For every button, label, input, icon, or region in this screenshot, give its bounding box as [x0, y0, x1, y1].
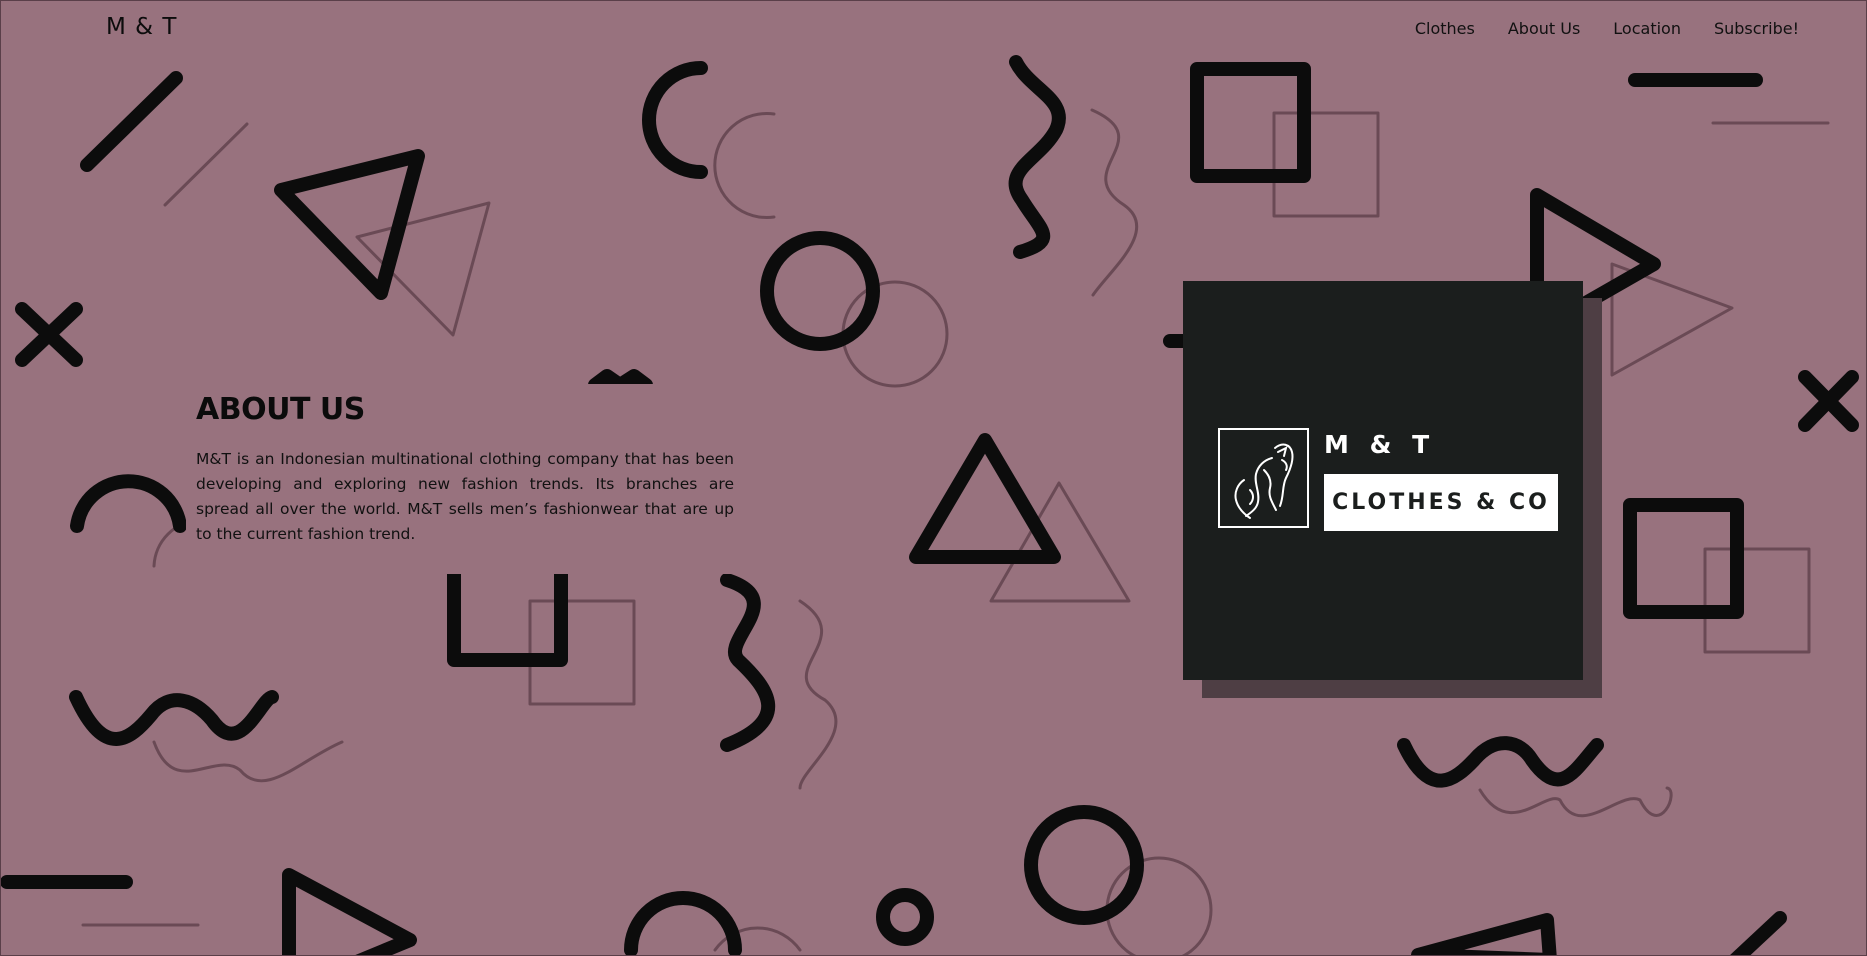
brand-name: M & T	[1324, 430, 1436, 459]
triangle-shape	[274, 149, 425, 300]
circle-shape-bottom	[1024, 805, 1144, 925]
about-section: ABOUT US M&T is an Indonesian multinatio…	[196, 392, 734, 547]
triangle-shape-center	[909, 433, 1061, 564]
arc-shape-bottom	[624, 891, 742, 956]
nav-link-about-us[interactable]: About Us	[1508, 19, 1580, 38]
wavy-line-shape-right	[1397, 736, 1604, 788]
square-shape	[1190, 62, 1311, 183]
main-nav: Clothes About Us Location Subscribe!	[1415, 19, 1799, 38]
brand-tagline-box: CLOTHES & CO	[1324, 474, 1558, 531]
brand-tagline: CLOTHES & CO	[1332, 490, 1550, 515]
nav-link-clothes[interactable]: Clothes	[1415, 19, 1475, 38]
brand-card: M & T CLOTHES & CO	[1183, 281, 1583, 680]
nav-link-location[interactable]: Location	[1613, 19, 1681, 38]
wolf-icon	[1218, 428, 1309, 528]
site-logo[interactable]: M & T	[106, 14, 177, 40]
cup-shape	[447, 565, 568, 667]
wavy-line-shape	[69, 690, 279, 746]
arc-shape	[70, 474, 187, 533]
square-shape-right	[1623, 498, 1744, 619]
slash-shape	[80, 71, 183, 172]
wave-shape	[1008, 55, 1066, 259]
about-description: M&T is an Indonesian multinational cloth…	[196, 450, 734, 543]
triangle-shape-bottom	[282, 868, 417, 956]
triangle-shape-bottom-right	[1411, 913, 1557, 956]
wave-shape-center	[720, 573, 776, 752]
nav-link-subscribe[interactable]: Subscribe!	[1714, 19, 1799, 38]
slash-shape-bottom	[1729, 911, 1787, 956]
top-navbar: M & T Clothes About Us Location Subscrib…	[0, 0, 1867, 60]
about-heading: ABOUT US	[196, 392, 365, 427]
ring-shape	[876, 888, 934, 946]
circle-shape	[760, 231, 880, 351]
crescent-shape	[642, 61, 708, 179]
